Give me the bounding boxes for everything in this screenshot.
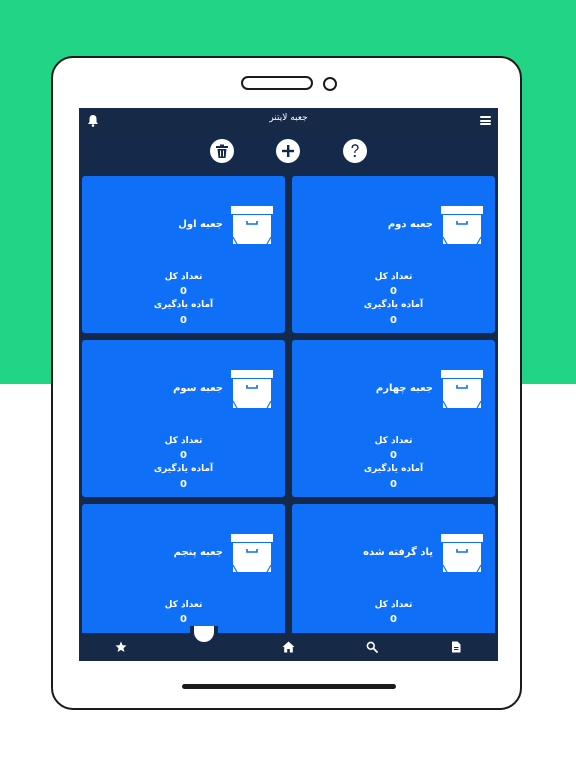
ready-label: آماده یادگیری	[153, 464, 214, 474]
total-label: تعداد کل	[164, 600, 203, 610]
box-name: جعبه اول	[178, 219, 223, 230]
total-value: 0	[180, 450, 187, 461]
box-card[interactable]: جعبه سوم تعداد کل 0 آماده یادگیری 0	[82, 340, 285, 497]
tablet-speaker	[241, 76, 313, 90]
delete-button[interactable]	[210, 139, 234, 163]
box-name: یاد گرفته شده	[363, 547, 433, 558]
total-label: تعداد کل	[164, 272, 203, 282]
top-bar: جعبه لایتنر	[79, 108, 498, 133]
box-name: جعبه چهارم	[375, 383, 433, 394]
total-value: 0	[180, 286, 187, 297]
ready-value: 0	[390, 479, 397, 490]
home-icon	[282, 641, 294, 653]
nav-document[interactable]	[448, 639, 464, 655]
total-value: 0	[180, 614, 187, 625]
total-value: 0	[390, 450, 397, 461]
archive-box-icon	[441, 534, 483, 573]
ready-label: آماده یادگیری	[363, 300, 424, 310]
box-name: جعبه سوم	[173, 383, 223, 394]
nav-home[interactable]	[280, 639, 296, 655]
box-name: جعبه دوم	[387, 219, 433, 230]
menu-icon[interactable]	[480, 116, 491, 125]
archive-box-icon	[231, 370, 273, 409]
help-button[interactable]	[343, 139, 367, 163]
tablet-camera	[323, 77, 337, 91]
box-name: جعبه پنجم	[173, 547, 223, 558]
document-icon	[452, 641, 461, 653]
archive-box-icon	[231, 206, 273, 245]
archive-box-icon	[441, 370, 483, 409]
total-label: تعداد کل	[374, 436, 413, 446]
archive-box-icon	[441, 206, 483, 245]
total-label: تعداد کل	[374, 600, 413, 610]
search-icon	[366, 641, 378, 653]
box-icon	[194, 626, 214, 642]
ready-value: 0	[180, 315, 187, 326]
boxes-grid: جعبه دوم تعداد کل 0 آماده یادگیری 0 جعبه…	[79, 175, 498, 661]
ready-label: آماده یادگیری	[153, 300, 214, 310]
ready-value: 0	[180, 479, 187, 490]
plus-icon	[282, 145, 294, 157]
app-screen: جعبه لایتنر جعبه دوم تعداد کل 0 آماده یا…	[79, 108, 498, 661]
total-label: تعداد کل	[374, 272, 413, 282]
box-card[interactable]: جعبه اول تعداد کل 0 آماده یادگیری 0	[82, 176, 285, 333]
star-icon	[115, 641, 127, 652]
trash-icon	[216, 144, 228, 158]
ready-value: 0	[390, 315, 397, 326]
add-box-button[interactable]	[276, 139, 300, 163]
app-title: جعبه لایتنر	[269, 113, 308, 123]
box-card[interactable]: جعبه دوم تعداد کل 0 آماده یادگیری 0	[292, 176, 495, 333]
home-indicator	[182, 684, 396, 689]
bottom-nav	[79, 633, 498, 661]
nav-search[interactable]	[364, 639, 380, 655]
box-card[interactable]: جعبه چهارم تعداد کل 0 آماده یادگیری 0	[292, 340, 495, 497]
archive-box-icon	[231, 534, 273, 573]
question-icon	[351, 144, 359, 158]
nav-favorites[interactable]	[113, 639, 129, 655]
ready-label: آماده یادگیری	[363, 464, 424, 474]
total-value: 0	[390, 614, 397, 625]
total-value: 0	[390, 286, 397, 297]
toolbar	[79, 133, 498, 173]
total-label: تعداد کل	[164, 436, 203, 446]
